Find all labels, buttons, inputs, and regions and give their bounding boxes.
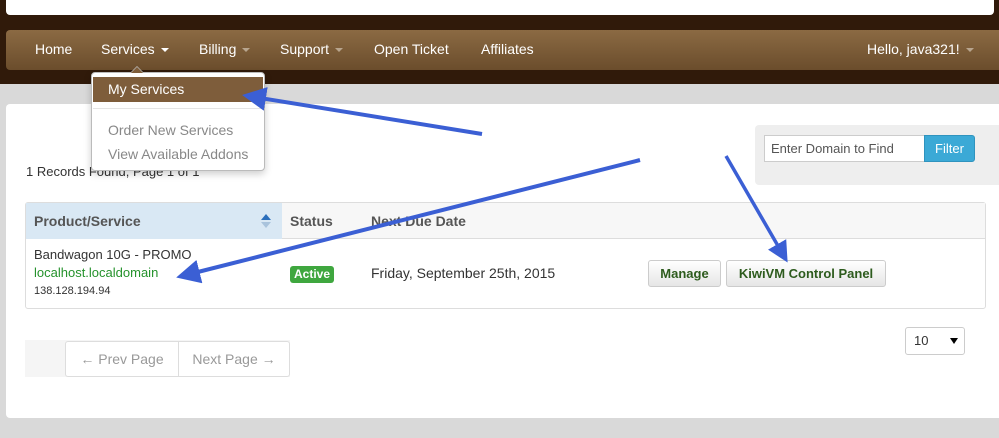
nav-affiliates[interactable]: Affiliates [481, 30, 534, 70]
navbar: Home Services Billing Support Open Ticke… [6, 30, 999, 70]
next-page-button[interactable]: Next Page → [178, 341, 290, 377]
nav-open-ticket[interactable]: Open Ticket [374, 30, 449, 70]
top-bar [6, 0, 994, 15]
product-name: Bandwagon 10G - PROMO [34, 247, 192, 262]
kiwivm-control-panel-button[interactable]: KiwiVM Control Panel [726, 260, 886, 287]
menu-item-view-addons[interactable]: View Available Addons [108, 146, 248, 162]
nav-services[interactable]: Services [101, 30, 169, 70]
column-header-next-due[interactable]: Next Due Date [371, 203, 466, 239]
nav-home[interactable]: Home [35, 30, 72, 70]
menu-divider [93, 108, 263, 109]
status-badge: Active [290, 266, 335, 283]
domain-search-input[interactable] [764, 135, 925, 162]
dropdown-arrow-icon [950, 338, 958, 344]
menu-item-my-services[interactable]: My Services [93, 77, 263, 102]
manage-button[interactable]: Manage [648, 260, 721, 287]
table-header: Product/Service Status Next Due Date [26, 203, 985, 239]
caret-down-icon [160, 48, 169, 53]
next-due-date: Friday, September 25th, 2015 [371, 265, 556, 281]
column-header-product[interactable]: Product/Service [34, 203, 141, 239]
column-header-status[interactable]: Status [290, 203, 333, 239]
services-dropdown-menu: My Services Order New Services View Avai… [91, 66, 265, 171]
nav-user-menu[interactable]: Hello, java321! [867, 30, 974, 70]
nav-billing[interactable]: Billing [199, 30, 251, 70]
caret-down-icon [242, 48, 251, 53]
caret-down-icon [335, 48, 344, 53]
service-ip: 138.128.194.94 [34, 285, 111, 297]
services-table: Product/Service Status Next Due Date Ban… [25, 202, 986, 309]
filter-button[interactable]: Filter [924, 135, 975, 162]
sort-icon[interactable] [261, 213, 271, 229]
service-domain-link[interactable]: localhost.localdomain [34, 265, 158, 280]
menu-item-order-new-services[interactable]: Order New Services [108, 122, 233, 138]
caret-down-icon [965, 48, 974, 53]
nav-support[interactable]: Support [280, 30, 344, 70]
prev-page-button[interactable]: ← Prev Page [65, 341, 179, 377]
per-page-select[interactable]: 10 [905, 327, 965, 355]
